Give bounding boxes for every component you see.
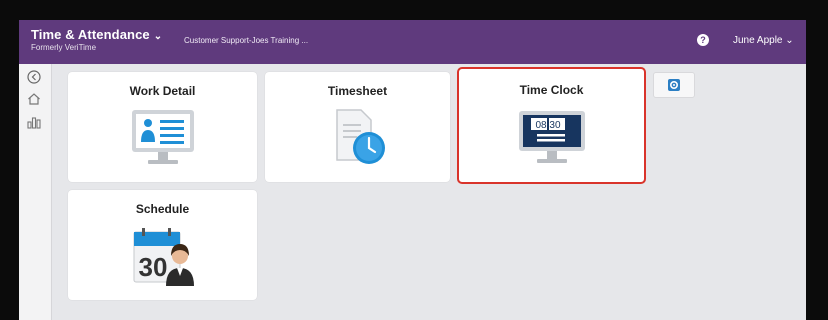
time-clock-monitor-icon: 08 30 — [518, 111, 585, 163]
tile-work-detail[interactable]: Work Detail — [68, 72, 257, 182]
tile-schedule[interactable]: Schedule 30 — [68, 190, 257, 300]
clock-time-text: 08 30 — [535, 120, 560, 131]
calendar-date-text: 30 — [138, 252, 167, 282]
user-menu[interactable]: June Apple ⌄ — [733, 35, 794, 46]
tile-label: Work Detail — [129, 84, 196, 98]
app-switcher[interactable]: Time & Attendance ⌄ Formerly VeriTime — [31, 27, 162, 52]
app-title: Time & Attendance ⌄ — [31, 27, 163, 42]
settings-button[interactable] — [653, 72, 695, 98]
user-name: June Apple — [733, 35, 783, 46]
help-icon[interactable]: ? — [697, 34, 709, 46]
tile-timesheet[interactable]: Timesheet — [265, 72, 450, 182]
chevron-down-icon: ⌄ — [785, 35, 794, 46]
gear-icon — [668, 79, 680, 91]
tile-label: Timesheet — [327, 84, 388, 98]
chevron-down-icon: ⌄ — [153, 31, 163, 42]
reports-chart-icon[interactable] — [26, 114, 42, 130]
tile-label: Schedule — [135, 202, 190, 216]
app-subtitle: Formerly VeriTime — [31, 43, 97, 52]
home-icon[interactable] — [26, 91, 42, 107]
tile-time-clock[interactable]: Time Clock 08 30 — [457, 67, 646, 184]
back-circle-icon[interactable] — [26, 69, 42, 85]
work-detail-monitor-icon — [131, 110, 194, 164]
company-selector[interactable]: Customer Support-Joes Training ... — [184, 36, 308, 45]
app-window: Time & Attendance ⌄ Formerly VeriTime Cus… — [19, 20, 806, 320]
tile-label: Time Clock — [519, 83, 584, 97]
schedule-calendar-icon: 30 — [133, 228, 194, 286]
timesheet-clock-icon — [335, 109, 385, 164]
top-bar: Time & Attendance ⌄ Formerly VeriTime Cus… — [19, 20, 806, 64]
sidebar — [19, 64, 52, 320]
